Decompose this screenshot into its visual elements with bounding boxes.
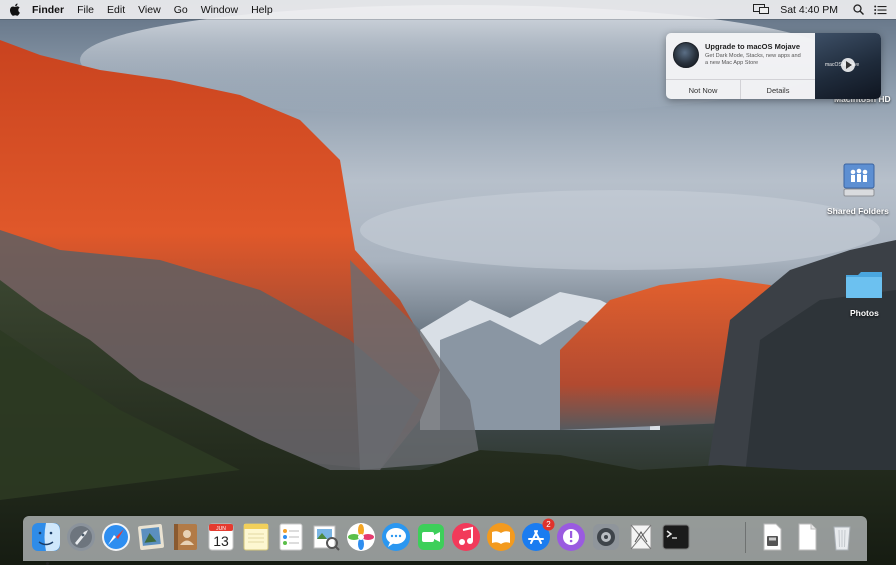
spotlight-search-icon[interactable] xyxy=(853,4,864,15)
dock: JUN 13 2 xyxy=(23,516,867,565)
contacts-icon[interactable] xyxy=(169,520,203,554)
notification-body: Get Dark Mode, Stacks, new apps and a ne… xyxy=(705,53,801,66)
itunes-icon[interactable] xyxy=(449,520,483,554)
system-preferences-icon[interactable] xyxy=(589,520,623,554)
notification-center-icon[interactable] xyxy=(874,5,887,15)
svg-text:13: 13 xyxy=(213,533,229,549)
calendar-icon[interactable]: JUN 13 xyxy=(204,520,238,554)
app-store-icon[interactable]: 2 xyxy=(519,518,555,554)
menu-go[interactable]: Go xyxy=(174,4,188,16)
apple-icon[interactable] xyxy=(8,3,22,17)
shared-folders-drive-icon xyxy=(843,163,875,197)
notes-icon[interactable] xyxy=(239,520,273,554)
dock-separator xyxy=(745,522,746,553)
menu-window[interactable]: Window xyxy=(201,4,238,16)
play-icon[interactable] xyxy=(841,58,855,72)
menubar-clock[interactable]: Sat 4:40 PM xyxy=(780,4,838,16)
menu-help[interactable]: Help xyxy=(251,4,273,16)
desktop-icon-shared-folders[interactable]: Shared Folders xyxy=(826,160,894,220)
menu-edit[interactable]: Edit xyxy=(107,4,125,16)
trash-icon[interactable] xyxy=(825,520,859,554)
messages-icon[interactable] xyxy=(379,520,413,554)
installer-disk-icon[interactable] xyxy=(755,520,789,554)
mail-photo-icon[interactable] xyxy=(134,520,168,554)
photos-icon[interactable] xyxy=(344,520,378,554)
notification-buttons: Not Now Details xyxy=(666,79,815,99)
notification-title: Upgrade to macOS Mojave xyxy=(705,42,801,51)
notification-thumbnail[interactable]: macOS Mojave xyxy=(815,33,881,99)
preview-icon[interactable] xyxy=(309,520,343,554)
facetime-icon[interactable] xyxy=(414,520,448,554)
feedback-assistant-icon[interactable] xyxy=(554,520,588,554)
safari-icon[interactable] xyxy=(99,520,133,554)
menu-bar: Finder File Edit View Go Window Help Sat… xyxy=(0,0,896,19)
desktop-icon-label: Shared Folders xyxy=(827,206,889,216)
menu-file[interactable]: File xyxy=(77,4,94,16)
desktop-icon-photos-folder[interactable]: Photos xyxy=(840,268,888,322)
details-button[interactable]: Details xyxy=(740,80,815,99)
not-now-button[interactable]: Not Now xyxy=(666,80,740,99)
ibooks-icon[interactable] xyxy=(484,520,518,554)
airplay-display-icon[interactable] xyxy=(753,4,770,15)
desktop-icon-label: Photos xyxy=(850,308,879,318)
folder-icon xyxy=(846,272,882,298)
launchpad-icon[interactable] xyxy=(64,520,98,554)
terminal-icon[interactable] xyxy=(659,520,693,554)
reminders-icon[interactable] xyxy=(274,520,308,554)
directory-utility-icon[interactable] xyxy=(624,520,658,554)
menu-view[interactable]: View xyxy=(138,4,161,16)
mojave-upgrade-notification[interactable]: Upgrade to macOS Mojave Get Dark Mode, S… xyxy=(666,33,881,99)
menu-finder[interactable]: Finder xyxy=(32,4,64,16)
details-label: Details xyxy=(766,85,790,95)
finder-icon[interactable] xyxy=(29,520,63,565)
documents-icon[interactable] xyxy=(790,520,824,554)
svg-text:JUN: JUN xyxy=(216,526,226,532)
mojave-app-icon xyxy=(673,42,699,68)
not-now-label: Not Now xyxy=(688,85,718,95)
